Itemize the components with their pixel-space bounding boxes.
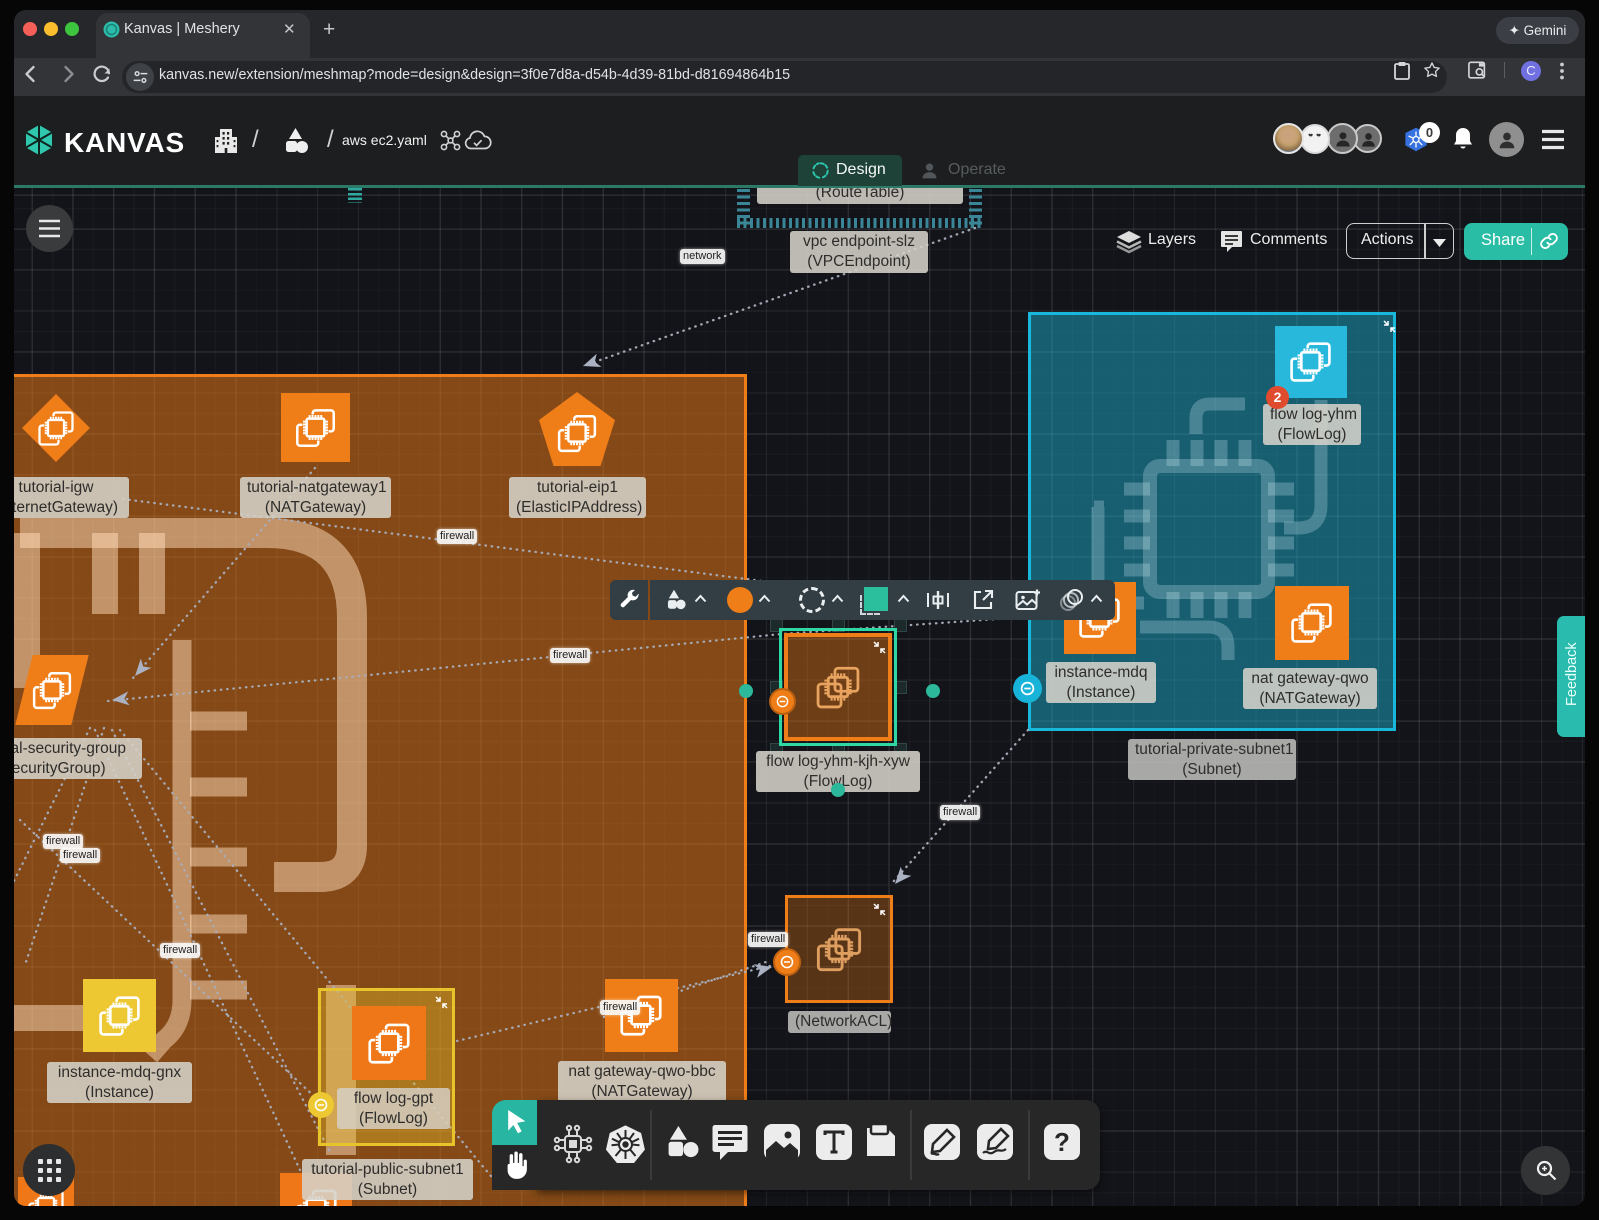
svg-text:?: ? xyxy=(1054,1127,1070,1157)
